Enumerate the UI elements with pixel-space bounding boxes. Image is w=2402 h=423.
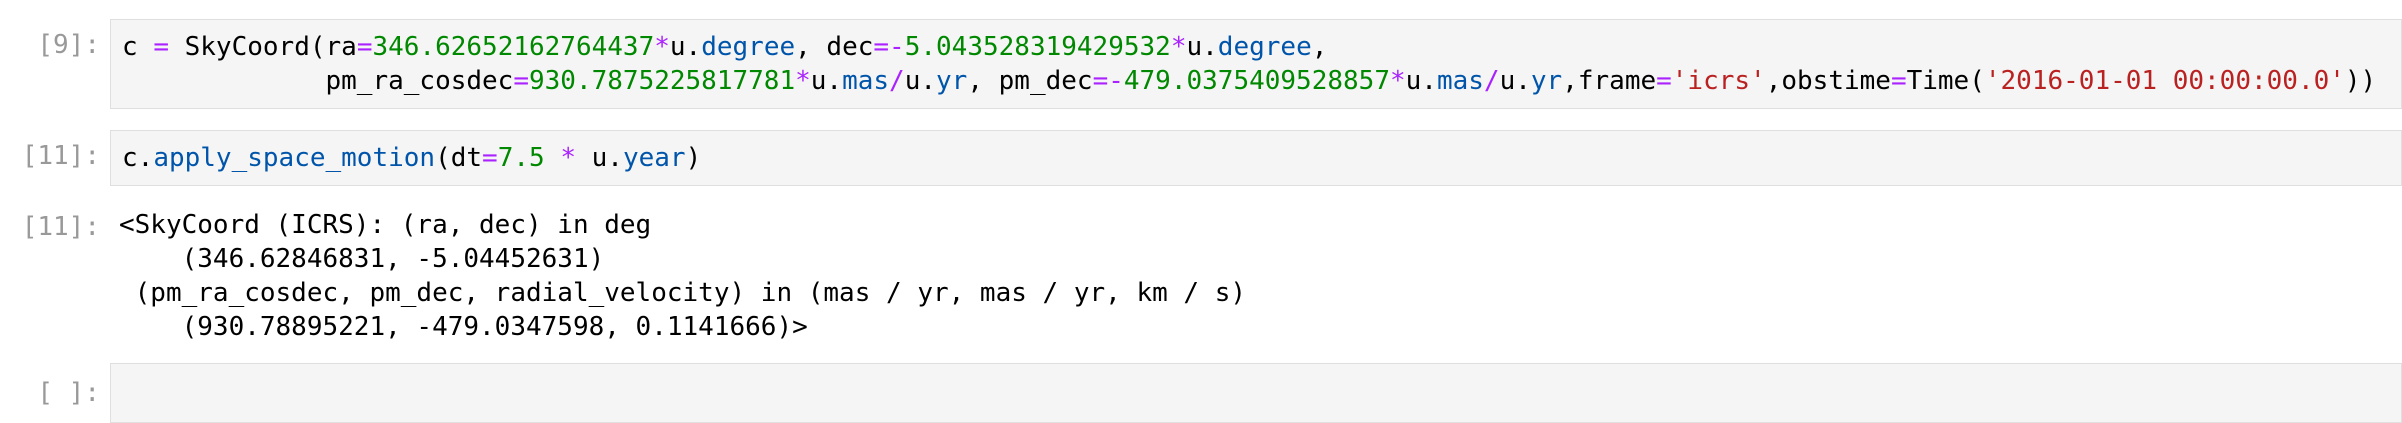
code-token: Time( [1906, 66, 1985, 96]
output-text-line: <SkyCoord (ICRS): (ra, dec) in deg [119, 210, 652, 240]
code-token: (dt [435, 143, 483, 173]
code-token: ,obstime [1765, 66, 1891, 96]
operator-token: = [1656, 66, 1672, 96]
code-line: c.apply_space_motion(dt=7.5 * u.year) [122, 141, 701, 175]
number-token: 479.0375409528857 [1123, 66, 1390, 96]
code-input-area[interactable] [110, 363, 2402, 423]
operator-token: / [889, 66, 905, 96]
output-text-line: (930.78895221, -479.0347598, 0.1141666)> [119, 312, 808, 342]
operator-token: = [1890, 66, 1907, 96]
number-token: 7.5 [497, 143, 545, 173]
operator-token: = [513, 66, 529, 96]
code-token: u [669, 32, 686, 62]
operator-token: * [654, 32, 670, 62]
code-token: )) [2344, 66, 2377, 96]
code-cell[interactable]: [11]: c.apply_space_motion(dt=7.5 * u.ye… [0, 120, 2402, 190]
attribute-token: degree [701, 32, 796, 62]
string-token: '2016-01-01 00:00:00.0' [1984, 66, 2345, 96]
operator-token: * [1170, 32, 1187, 62]
code-token: , dec [795, 32, 874, 62]
code-token: , pm_dec [967, 66, 1093, 96]
code-token: . [685, 32, 702, 62]
code-token: . [137, 143, 154, 173]
output-cell: [11]: <SkyCoord (ICRS): (ra, dec) in deg… [0, 200, 2402, 350]
number-token: 930.7875225817781 [529, 66, 796, 96]
output-prompt: [11]: [21, 212, 100, 242]
output-text-line: (pm_ra_cosdec, pm_dec, radial_velocity) … [119, 278, 1247, 308]
code-token: u [1405, 66, 1422, 96]
code-token: c [122, 32, 154, 62]
code-token: ,frame [1562, 66, 1657, 96]
number-token: 5.043528319429532 [904, 32, 1171, 62]
code-token: u [1186, 32, 1203, 62]
code-cell[interactable]: [9]: c = SkyCoord(ra=346.62652162764437*… [0, 0, 2402, 110]
code-token: SkyCoord(ra [168, 32, 357, 62]
operator-token: = [482, 143, 498, 173]
string-token: 'icrs' [1671, 66, 1766, 96]
operator-token: / [1483, 66, 1500, 96]
code-token: . [607, 143, 623, 173]
attribute-token: yr [1530, 66, 1563, 96]
attribute-token: apply_space_motion [153, 143, 436, 173]
code-token: u [904, 66, 921, 96]
operator-token: * [795, 66, 811, 96]
number-token: 346.62652162764437 [372, 32, 655, 62]
code-line: pm_ra_cosdec=930.7875225817781*u.mas/u.y… [122, 64, 2376, 98]
code-token: . [1421, 66, 1437, 96]
code-token: u [575, 143, 608, 173]
code-token: . [1515, 66, 1531, 96]
code-line: c = SkyCoord(ra=346.62652162764437*u.deg… [122, 30, 1327, 64]
operator-token: * [1389, 66, 1406, 96]
operator-token: =- [873, 32, 905, 62]
code-token: , [1311, 32, 1328, 62]
code-token: u [810, 66, 827, 96]
output-text-line: (346.62846831, -5.04452631) [119, 244, 605, 274]
operator-token: = [153, 32, 169, 62]
attribute-token: mas [1436, 66, 1484, 96]
code-token: ) [685, 143, 702, 173]
cell-prompt: [11]: [21, 141, 100, 171]
code-token: . [826, 66, 843, 96]
operator-token: * [560, 143, 576, 173]
operator-token: = [356, 32, 373, 62]
code-input-area[interactable]: c = SkyCoord(ra=346.62652162764437*u.deg… [110, 19, 2402, 109]
attribute-token: year [622, 143, 686, 173]
cell-prompt: [ ]: [37, 378, 100, 408]
attribute-token: degree [1217, 32, 1312, 62]
code-token: pm_ra_cosdec [122, 66, 514, 96]
code-token: c [122, 143, 138, 173]
code-token: u [1499, 66, 1516, 96]
cell-prompt: [9]: [37, 30, 100, 60]
code-token: . [1202, 32, 1218, 62]
operator-token: =- [1092, 66, 1124, 96]
attribute-token: mas [842, 66, 890, 96]
code-cell[interactable]: [ ]: [0, 352, 2402, 423]
code-input-area[interactable]: c.apply_space_motion(dt=7.5 * u.year) [110, 130, 2402, 186]
attribute-token: yr [936, 66, 968, 96]
code-token: . [920, 66, 937, 96]
